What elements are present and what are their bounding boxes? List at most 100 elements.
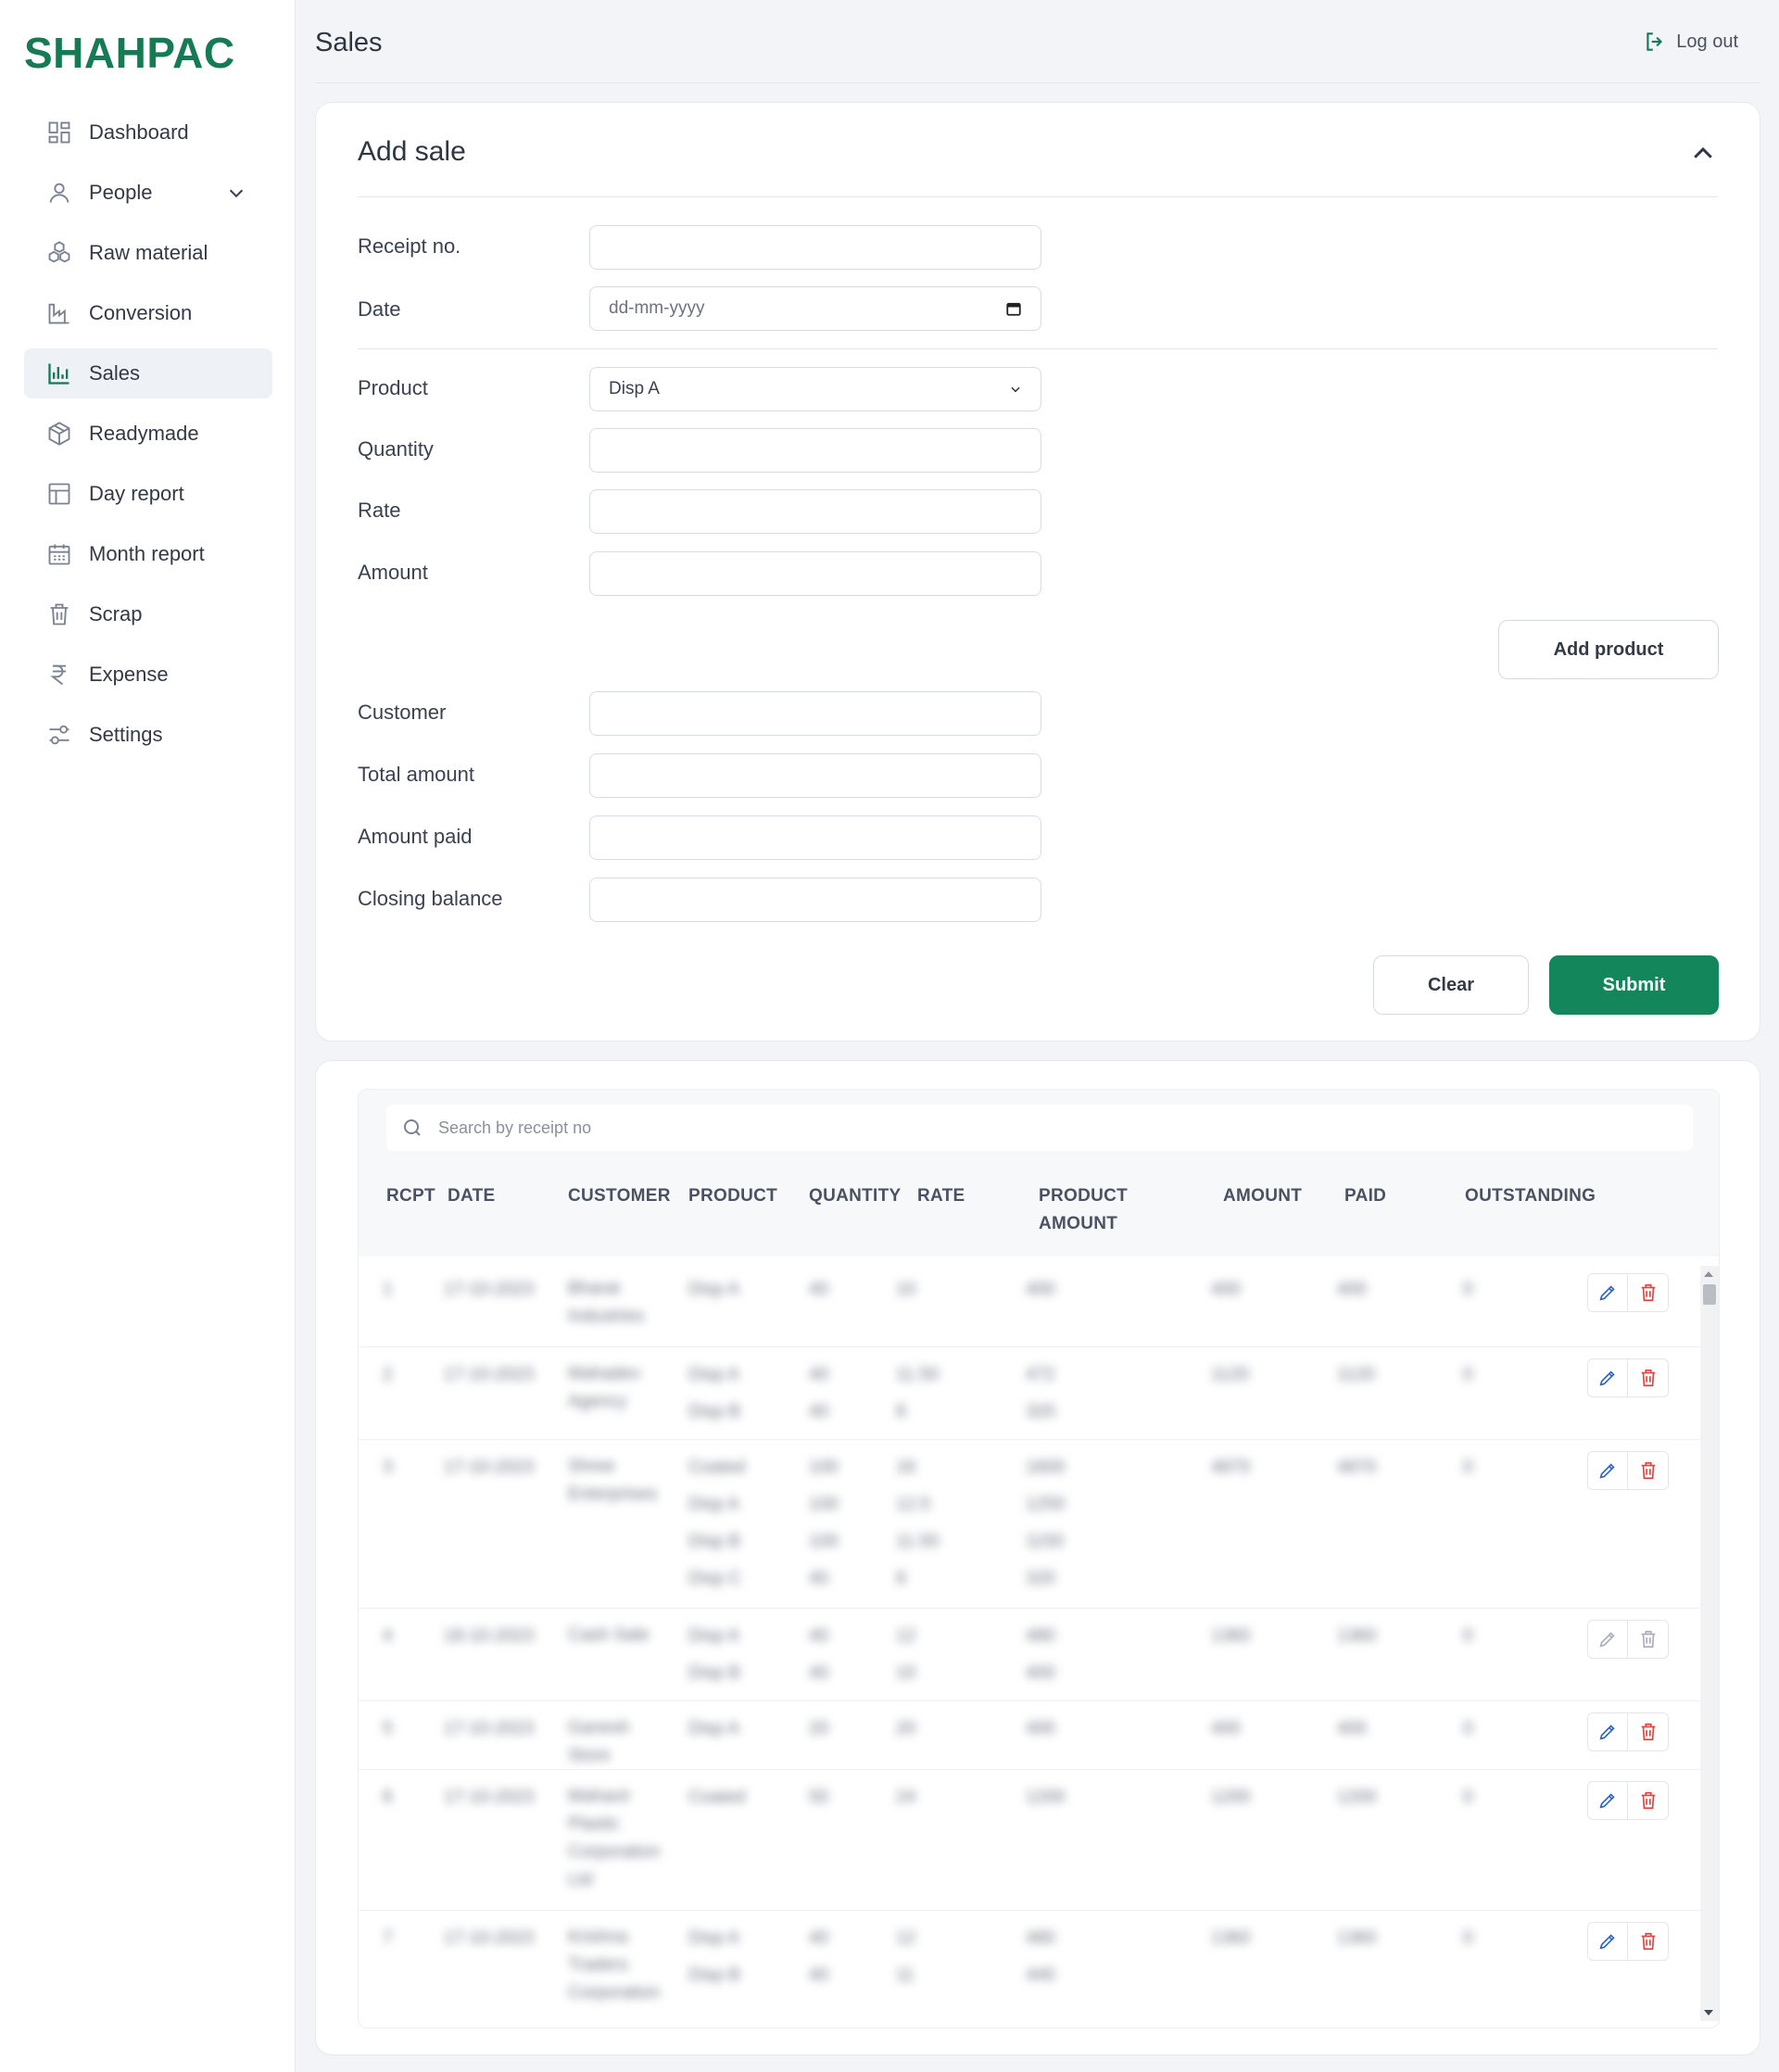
calendar-icon[interactable] — [1005, 300, 1022, 317]
amount-paid-input[interactable] — [589, 815, 1041, 860]
amount-paid-label: Amount paid — [358, 825, 473, 848]
column-header-rcpt[interactable]: RCPT — [386, 1182, 435, 1210]
sidebar-item-month-report[interactable]: Month report — [24, 529, 272, 579]
cell-product: Disp A — [688, 1626, 739, 1646]
trash-icon — [1641, 1791, 1655, 1810]
cell-rate: 12 — [896, 1928, 916, 1948]
sidebar-item-label: Raw material — [89, 241, 208, 264]
receipt-no-input[interactable] — [589, 225, 1041, 270]
edit-button[interactable] — [1587, 1712, 1628, 1751]
amount-input[interactable] — [589, 551, 1041, 596]
search-placeholder: Search by receipt no — [438, 1118, 592, 1137]
row-actions — [1587, 1781, 1669, 1820]
sidebar-item-people[interactable]: People — [24, 168, 272, 218]
sidebar-item-sales[interactable]: Sales — [24, 348, 272, 398]
cell-outstanding: 0 — [1463, 1626, 1473, 1646]
date-input[interactable]: dd-mm-yyyy — [589, 286, 1041, 331]
sliders-icon — [46, 722, 72, 748]
delete-button[interactable] — [1628, 1451, 1669, 1490]
cell-product-amount: 400 — [1026, 1719, 1055, 1738]
sidebar-item-conversion[interactable]: Conversion — [24, 288, 272, 338]
product-select[interactable]: Disp A — [589, 367, 1041, 411]
delete-button[interactable] — [1628, 1922, 1669, 1961]
column-header-rate[interactable]: RATE — [917, 1182, 965, 1210]
column-header-product[interactable]: PRODUCT — [688, 1182, 777, 1210]
total-amount-input[interactable] — [589, 753, 1041, 798]
delete-button[interactable] — [1628, 1358, 1669, 1397]
rate-input[interactable] — [589, 489, 1041, 534]
delete-button[interactable] — [1628, 1712, 1669, 1751]
factory-icon — [46, 300, 72, 326]
brand-logo[interactable]: SHAHPAC — [24, 28, 235, 78]
cell-product-amount: 1600 — [1026, 1458, 1066, 1477]
scroll-thumb[interactable] — [1703, 1284, 1716, 1305]
cell-paid: 1360 — [1337, 1928, 1377, 1948]
cell-paid: 1360 — [1337, 1626, 1377, 1646]
sidebar-item-expense[interactable]: Expense — [24, 650, 272, 700]
cell-customer: Cash Sale — [568, 1625, 650, 1645]
clear-button[interactable]: Clear — [1373, 955, 1529, 1015]
cell-amount: 1360 — [1211, 1928, 1251, 1948]
delete-button[interactable] — [1628, 1273, 1669, 1312]
cell-date: 17-10-2023 — [444, 1928, 535, 1948]
chevron-down-icon[interactable] — [226, 183, 246, 203]
edit-button[interactable] — [1587, 1781, 1628, 1820]
page-title: Sales — [315, 28, 383, 57]
cell-product-amount: 400 — [1026, 1663, 1055, 1683]
add-product-button[interactable]: Add product — [1498, 620, 1719, 679]
logout-label: Log out — [1676, 31, 1738, 52]
sidebar-item-day-report[interactable]: Day report — [24, 469, 272, 519]
sidebar-item-label: Conversion — [89, 301, 193, 324]
cell-rcpt: 4 — [383, 1626, 393, 1646]
sidebar-item-dashboard[interactable]: Dashboard — [24, 107, 272, 158]
delete-button[interactable] — [1628, 1620, 1669, 1659]
quantity-input[interactable] — [589, 428, 1041, 473]
calendar-icon — [46, 541, 72, 567]
table-row: 4 18-10-2023 Cash Sale Disp A Disp B 40 40 12 10… — [359, 1609, 1707, 1701]
cell-quantity: 100 — [809, 1532, 839, 1551]
edit-button[interactable] — [1587, 1273, 1628, 1312]
column-header-customer[interactable]: CUSTOMER — [568, 1182, 671, 1210]
search-input[interactable]: Search by receipt no — [386, 1105, 1693, 1151]
table-row: 6 17-10-2023 Mahavir Plastic Corporation L… — [359, 1770, 1707, 1911]
column-header-outstanding[interactable]: OUTSTANDING — [1465, 1182, 1596, 1210]
delete-button[interactable] — [1628, 1781, 1669, 1820]
sidebar-item-raw-material[interactable]: Raw material — [24, 228, 272, 278]
divider — [358, 348, 1718, 349]
cell-product-amount: 440 — [1026, 1965, 1055, 1985]
column-header-amount[interactable]: AMOUNT — [1223, 1182, 1302, 1210]
cell-rate: 24 — [896, 1788, 916, 1807]
edit-button[interactable] — [1587, 1620, 1628, 1659]
cell-amount: 1120 — [1211, 1365, 1249, 1384]
scroll-up-arrow[interactable] — [1704, 1271, 1713, 1277]
receipt-no-label: Receipt no. — [358, 234, 461, 258]
cell-outstanding: 0 — [1463, 1719, 1473, 1738]
sidebar-item-readymade[interactable]: Readymade — [24, 409, 272, 459]
scroll-down-arrow[interactable] — [1704, 2010, 1713, 2015]
submit-button[interactable]: Submit — [1549, 955, 1719, 1015]
add-sale-card: Add sale Receipt no. Date dd-mm-yyyy Pro… — [315, 102, 1760, 1042]
sidebar-item-settings[interactable]: Settings — [24, 710, 272, 760]
cell-date: 17-10-2023 — [444, 1458, 535, 1477]
closing-balance-input[interactable] — [589, 878, 1041, 922]
package-icon — [46, 421, 72, 447]
total-amount-label: Total amount — [358, 763, 474, 786]
pencil-icon — [1599, 1934, 1615, 1950]
cell-rate: 8 — [896, 1402, 906, 1421]
logout-button[interactable]: Log out — [1643, 30, 1738, 54]
column-header-quantity[interactable]: QUANTITY — [809, 1182, 902, 1210]
column-header-paid[interactable]: PAID — [1344, 1182, 1386, 1210]
divider — [358, 196, 1718, 197]
sidebar-item-scrap[interactable]: Scrap — [24, 589, 272, 639]
cell-amount: 400 — [1211, 1719, 1241, 1738]
edit-button[interactable] — [1587, 1451, 1628, 1490]
table-scrollbar[interactable] — [1700, 1266, 1719, 2021]
column-header-product-amount[interactable]: PRODUCT AMOUNT — [1039, 1182, 1150, 1238]
customer-input[interactable] — [589, 691, 1041, 736]
cell-rate: 12.5 — [896, 1495, 930, 1514]
cell-paid: 1120 — [1337, 1365, 1375, 1384]
column-header-date[interactable]: DATE — [448, 1182, 496, 1210]
edit-button[interactable] — [1587, 1358, 1628, 1397]
chevron-up-icon[interactable] — [1689, 140, 1717, 168]
edit-button[interactable] — [1587, 1922, 1628, 1961]
